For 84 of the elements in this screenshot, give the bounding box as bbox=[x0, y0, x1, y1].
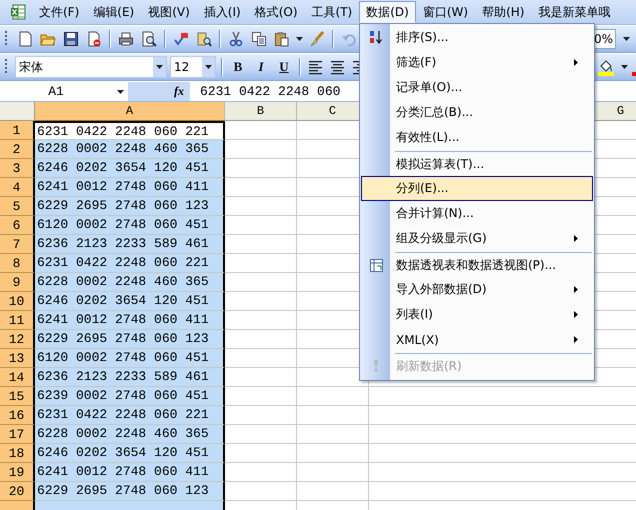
toolbar-handle-icon[interactable] bbox=[5, 58, 8, 76]
menu-item[interactable]: 窗口(W) bbox=[416, 1, 476, 23]
menu-item[interactable]: 帮助(H) bbox=[475, 1, 532, 23]
pivot-table-icon bbox=[368, 258, 384, 273]
select-all-button[interactable] bbox=[0, 102, 35, 121]
table-cell[interactable]: 6229 2695 2748 060 123 bbox=[35, 197, 225, 216]
row-header[interactable]: 16 bbox=[0, 406, 35, 425]
row-header[interactable]: 14 bbox=[0, 368, 35, 387]
row-header[interactable]: 20 bbox=[0, 482, 35, 501]
toolbar-handle-icon[interactable] bbox=[5, 30, 8, 48]
caret-icon bbox=[116, 90, 124, 94]
submenu-arrow-icon bbox=[574, 235, 578, 242]
italic-button[interactable]: I bbox=[251, 57, 271, 77]
sort-icon bbox=[368, 30, 384, 45]
menu-item[interactable]: 列表(I) bbox=[361, 302, 593, 327]
row-header[interactable]: 4 bbox=[0, 178, 35, 197]
align-left-icon[interactable] bbox=[306, 58, 325, 76]
row-header[interactable]: 5 bbox=[0, 197, 35, 216]
table-cell[interactable]: 6120 0002 2748 060 451 bbox=[35, 216, 225, 235]
table-cell[interactable]: 6228 0002 2248 460 365 bbox=[35, 425, 225, 444]
row-header[interactable]: 2 bbox=[0, 140, 35, 159]
table-cell[interactable]: 6228 0002 2248 460 365 bbox=[35, 140, 225, 159]
printer-icon[interactable] bbox=[116, 30, 136, 48]
menu-item[interactable]: 视图(V) bbox=[141, 1, 197, 23]
row-header[interactable]: 10 bbox=[0, 292, 35, 311]
row-header[interactable]: 3 bbox=[0, 159, 35, 178]
align-center-icon[interactable] bbox=[328, 58, 347, 76]
table-cell[interactable]: 6236 2123 2233 589 461 bbox=[35, 368, 225, 387]
menu-item[interactable]: 有效性(L)... bbox=[361, 125, 593, 150]
submenu-arrow-icon bbox=[574, 286, 578, 293]
menu-item[interactable]: 工具(T) bbox=[304, 1, 360, 23]
bold-button[interactable]: B bbox=[228, 57, 248, 77]
submenu-arrow-icon bbox=[574, 311, 578, 318]
menu-item[interactable]: 编辑(E) bbox=[86, 1, 142, 23]
table-cell[interactable]: 6229 2695 2748 060 123 bbox=[35, 330, 225, 349]
copy-icon[interactable] bbox=[249, 30, 269, 48]
table-cell[interactable]: 6239 0002 2748 060 451 bbox=[35, 387, 225, 406]
table-cell[interactable]: 6236 2123 2233 589 461 bbox=[35, 235, 225, 254]
menu-item[interactable]: 插入(I) bbox=[196, 1, 248, 23]
table-cell[interactable]: 6241 0012 2748 060 411 bbox=[35, 178, 225, 197]
menu-item[interactable]: 导入外部数据(D) bbox=[361, 277, 593, 302]
row-header[interactable]: 19 bbox=[0, 463, 35, 482]
caret-icon[interactable] bbox=[295, 37, 304, 41]
column-header[interactable]: B bbox=[225, 102, 297, 121]
row-header[interactable]: 11 bbox=[0, 311, 35, 330]
spreadsheet-icon[interactable] bbox=[10, 4, 26, 20]
row-header[interactable]: 7 bbox=[0, 235, 35, 254]
menu-item[interactable]: 合并计算(N)... bbox=[361, 201, 593, 226]
underline-button[interactable]: U bbox=[274, 57, 294, 77]
row-header[interactable]: 6 bbox=[0, 216, 35, 235]
table-cell[interactable]: 6231 0422 2248 060 221 bbox=[35, 406, 225, 425]
function-button[interactable]: fx bbox=[128, 82, 190, 101]
row-header[interactable]: 18 bbox=[0, 444, 35, 463]
table-cell[interactable]: 6246 0202 3654 120 451 bbox=[35, 292, 225, 311]
menu-item[interactable]: 文件(F) bbox=[32, 1, 86, 23]
table-cell[interactable]: 6246 0202 3654 120 451 bbox=[35, 159, 225, 178]
row-header[interactable]: 13 bbox=[0, 349, 35, 368]
menu-item[interactable]: XML(X) bbox=[361, 327, 593, 352]
table-cell[interactable]: 6246 0202 3654 120 451 bbox=[35, 444, 225, 463]
row-header[interactable]: 9 bbox=[0, 273, 35, 292]
submenu-arrow-icon bbox=[574, 59, 578, 66]
menu-item[interactable]: 数据(D) bbox=[359, 1, 416, 23]
menu-item[interactable]: 组及分级显示(G) bbox=[361, 226, 593, 251]
caret-icon[interactable] bbox=[620, 65, 629, 69]
table-cell[interactable]: 6241 0012 2748 060 411 bbox=[35, 311, 225, 330]
table-cell[interactable]: 6229 2695 2748 060 123 bbox=[35, 482, 225, 501]
table-cell[interactable]: 6231 0422 2248 060 221 bbox=[35, 254, 225, 273]
row-header[interactable]: 1 bbox=[0, 121, 35, 140]
row-header[interactable]: 8 bbox=[0, 254, 35, 273]
menu-item[interactable]: 分列(E)... bbox=[361, 176, 593, 201]
column-header[interactable]: A bbox=[35, 102, 225, 121]
save-icon[interactable] bbox=[61, 30, 81, 48]
table-cell[interactable]: 6241 0012 2748 060 411 bbox=[35, 463, 225, 482]
submenu-arrow-icon bbox=[574, 336, 578, 343]
row-header[interactable]: 15 bbox=[0, 387, 35, 406]
caret-icon[interactable] bbox=[622, 37, 631, 41]
row-header[interactable]: 12 bbox=[0, 330, 35, 349]
menu-item[interactable]: 我是新菜单哦 bbox=[531, 1, 618, 23]
menu-item[interactable]: 格式(O) bbox=[248, 1, 305, 23]
row-header[interactable]: 17 bbox=[0, 425, 35, 444]
table-cell[interactable]: 6228 0002 2248 460 365 bbox=[35, 273, 225, 292]
table-cell[interactable]: 6120 0002 2748 060 451 bbox=[35, 349, 225, 368]
menu-item[interactable]: 筛选(F) bbox=[361, 50, 593, 75]
table-cell[interactable]: 6231 0422 2248 060 221 bbox=[35, 121, 225, 140]
